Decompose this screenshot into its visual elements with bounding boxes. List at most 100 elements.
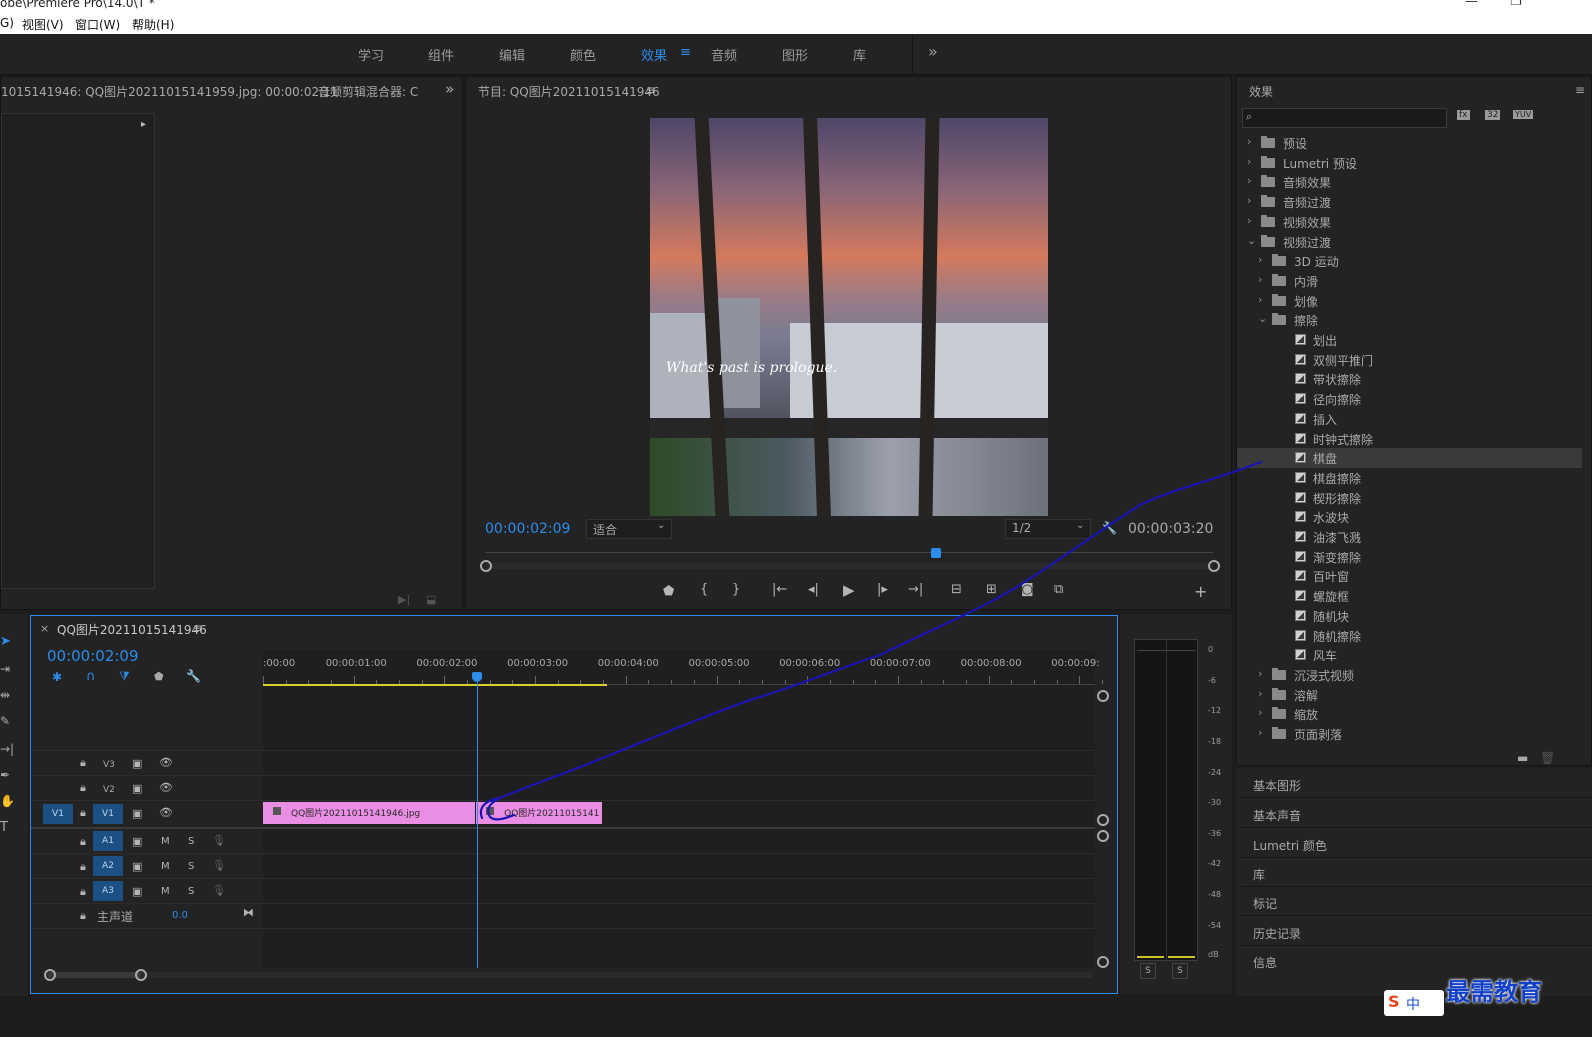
mute-button[interactable]: M	[161, 861, 170, 872]
sync-lock-icon[interactable]: ▣	[132, 757, 142, 770]
panel-essential-sound[interactable]: 基本声音	[1253, 807, 1301, 824]
master-volume-value[interactable]: 0.0	[172, 910, 188, 921]
effects-folder[interactable]: › 缩放	[1237, 704, 1582, 724]
solo-button[interactable]: S	[188, 861, 194, 872]
program-monitor-menu-icon[interactable]: ≡	[646, 83, 656, 97]
mute-button[interactable]: M	[161, 836, 170, 847]
scroll-handle-left[interactable]	[480, 560, 492, 572]
chevron-right-icon[interactable]: ›	[1247, 135, 1251, 148]
effects-folder[interactable]: › 页面剥落	[1237, 724, 1582, 744]
sync-lock-icon[interactable]: ▣	[132, 885, 142, 898]
mark-in-icon[interactable]: {	[700, 582, 708, 597]
play-icon[interactable]: ▶	[843, 581, 855, 599]
source-panel-title[interactable]: 1015141946: QQ图片20211015141959.jpg: 00:0…	[1, 83, 338, 100]
solo-left-button[interactable]: S	[1140, 963, 1156, 979]
menu-help[interactable]: 帮助(H)	[132, 16, 174, 33]
yuv-effects-icon[interactable]: YUV	[1513, 110, 1534, 119]
effects-folder[interactable]: ⌄ 视频过渡	[1237, 232, 1582, 252]
chevron-down-icon[interactable]: ⌄	[1247, 234, 1256, 247]
vscroll-handle-top[interactable]	[1097, 690, 1109, 702]
add-marker-icon[interactable]: ⬟	[154, 670, 164, 683]
chevron-right-icon[interactable]: ›	[1247, 155, 1251, 168]
add-marker-icon[interactable]: ⬟	[663, 584, 674, 599]
work-area-bar[interactable]	[263, 684, 607, 686]
track-target-a1[interactable]: A1	[93, 831, 123, 851]
timeline-settings-icon[interactable]: 🔧	[186, 669, 201, 683]
effect-item[interactable]: 水波块	[1237, 507, 1582, 527]
scroll-thumb[interactable]	[47, 972, 141, 978]
effect-item[interactable]: 双侧平推门	[1237, 350, 1582, 370]
zoom-select[interactable]: 适合 ⌄	[586, 519, 672, 539]
lock-icon[interactable]: 🔒︎	[80, 835, 86, 849]
chevron-right-icon[interactable]: ›	[1258, 726, 1262, 739]
effects-folder[interactable]: › Lumetri 预设	[1237, 153, 1582, 173]
lock-icon[interactable]: 🔒︎	[80, 781, 86, 795]
timeline-timecode[interactable]: 00:00:02:09	[47, 647, 139, 665]
chevron-right-icon[interactable]: ›	[1247, 174, 1251, 187]
insert-icon[interactable]: ▶|	[398, 593, 410, 606]
effect-item[interactable]: 棋盘擦除	[1237, 468, 1582, 488]
effects-folder[interactable]: › 预设	[1237, 133, 1582, 153]
timeline-playhead-handle[interactable]	[472, 672, 483, 682]
mic-icon[interactable]: 🎙︎	[212, 859, 226, 872]
go-to-point-icon[interactable]: ⧓	[243, 906, 254, 919]
ime-mode[interactable]: 中	[1406, 994, 1420, 1014]
effects-panel-menu-icon[interactable]: ≡	[1575, 83, 1585, 97]
track-target-v1[interactable]: V1	[93, 804, 123, 824]
effects-folder[interactable]: › 音频效果	[1237, 172, 1582, 192]
chevron-right-icon[interactable]: ›	[1258, 273, 1262, 286]
eye-icon[interactable]: 👁︎	[159, 806, 173, 819]
ripple-edit-tool-icon[interactable]: ⇹	[0, 688, 10, 702]
menu-view[interactable]: 视图(V)	[22, 16, 64, 33]
lift-icon[interactable]: ⊟	[951, 582, 962, 597]
scroll-handle-right[interactable]	[135, 969, 147, 981]
expand-arrow-icon[interactable]: ▸	[141, 119, 146, 130]
menu-graphics[interactable]: G)	[0, 16, 14, 30]
sync-lock-icon[interactable]: ▣	[132, 807, 142, 820]
effect-item[interactable]: 插入	[1237, 409, 1582, 429]
effects-folder[interactable]: › 沉浸式视频	[1237, 665, 1582, 685]
accelerated-effects-icon[interactable]: fx	[1457, 110, 1470, 120]
go-to-in-icon[interactable]: |←	[772, 582, 787, 597]
nest-icon[interactable]: ✱	[52, 670, 62, 684]
track-label-v2[interactable]: V2	[103, 785, 115, 795]
effect-item[interactable]: 螺旋框	[1237, 586, 1582, 606]
vscroll-audio-top[interactable]	[1097, 830, 1109, 842]
effect-item[interactable]: 划出	[1237, 330, 1582, 350]
ime-toolbar[interactable]: S 中	[1384, 990, 1444, 1016]
effects-panel-title[interactable]: 效果	[1249, 83, 1273, 100]
go-to-out-icon[interactable]: →|	[908, 582, 923, 597]
effect-item[interactable]: 时钟式擦除	[1237, 429, 1582, 449]
panel-markers[interactable]: 标记	[1253, 895, 1277, 912]
selection-tool-icon[interactable]: ➤	[0, 634, 11, 649]
timeline-clip[interactable]: QQ图片20211015141	[476, 802, 603, 824]
panel-libraries[interactable]: 库	[1253, 866, 1265, 883]
effect-item[interactable]: 渐变擦除	[1237, 547, 1582, 567]
mute-button[interactable]: M	[161, 886, 170, 897]
program-ruler[interactable]	[485, 547, 1213, 557]
workspace-tab-audio[interactable]: 音频	[711, 45, 737, 64]
timeline-zoom-scrollbar[interactable]	[44, 969, 1093, 981]
effects-folder[interactable]: › 音频过渡	[1237, 192, 1582, 212]
wrench-icon[interactable]: 🔧	[1102, 521, 1117, 535]
close-icon[interactable]: ×	[40, 622, 49, 635]
snap-icon[interactable]: ∩	[86, 669, 96, 684]
panel-lumetri-color[interactable]: Lumetri 颜色	[1253, 837, 1327, 854]
solo-button[interactable]: S	[188, 836, 194, 847]
program-current-timecode[interactable]: 00:00:02:09	[485, 521, 570, 537]
new-bin-icon[interactable]: ▬	[1517, 751, 1528, 765]
menu-window[interactable]: 窗口(W)	[75, 16, 120, 33]
chevron-right-icon[interactable]: ›	[1258, 667, 1262, 680]
workspace-tab-color[interactable]: 颜色	[570, 45, 596, 64]
track-target-a3[interactable]: A3	[93, 881, 123, 901]
program-monitor-title[interactable]: 节目: QQ图片20211015141946	[478, 83, 660, 100]
button-editor-icon[interactable]: +	[1194, 582, 1207, 601]
workspace-menu-icon[interactable]: ≡	[680, 45, 691, 60]
effect-item[interactable]: 油漆飞溅	[1237, 527, 1582, 547]
workspace-overflow-icon[interactable]: »	[928, 42, 938, 61]
workspace-tab-learn[interactable]: 学习	[358, 45, 384, 64]
sync-lock-icon[interactable]: ▣	[132, 835, 142, 848]
timeline-ruler[interactable]: :00:00 00:00:01:00 00:00:02:00 00:00:03:00 0…	[263, 652, 1149, 688]
effects-folder[interactable]: ⌄ 擦除	[1237, 310, 1582, 330]
effect-item[interactable]: 随机块	[1237, 606, 1582, 626]
